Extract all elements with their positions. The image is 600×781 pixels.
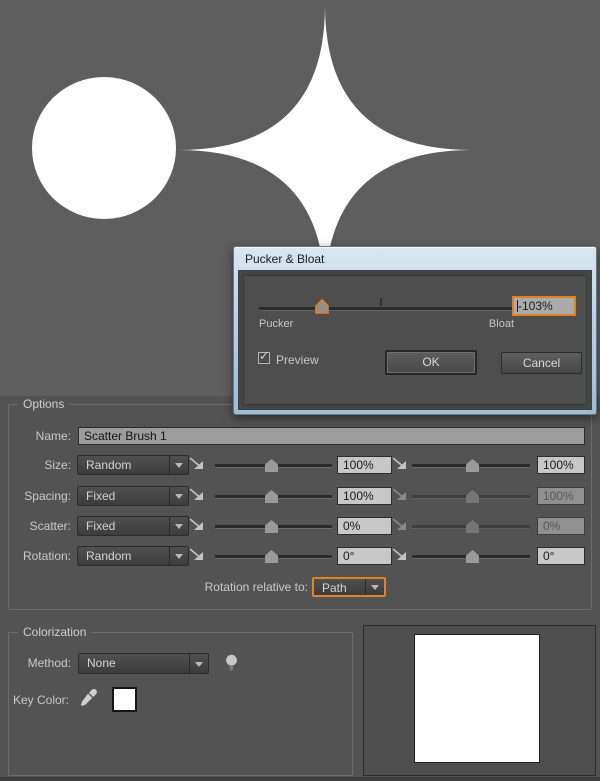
slider-slope-icon: [189, 488, 203, 500]
size-mode-value: Random: [86, 458, 132, 472]
slider-slope-icon: [392, 518, 406, 530]
size-row: Size: Random 100% 100%: [0, 455, 600, 475]
pucker-bloat-value: -103%: [518, 299, 553, 313]
slider-thumb[interactable]: [265, 520, 278, 533]
size-max-value[interactable]: 100%: [537, 456, 585, 474]
preview-checkbox-label: Preview: [276, 353, 319, 367]
check-icon: ✓: [259, 349, 270, 363]
method-value: None: [87, 656, 116, 670]
spacing-row: Spacing: Fixed 100% 100%: [0, 486, 600, 506]
slider-slope-icon: [392, 488, 406, 500]
slider-thumb: [466, 520, 479, 533]
spacing-max-slider: [412, 490, 530, 503]
spacing-max-value: 100%: [537, 487, 585, 505]
scatter-max-slider: [412, 520, 530, 533]
rotation-relative-dropdown[interactable]: Path: [312, 577, 386, 597]
scatter-label: Scatter:: [29, 519, 71, 533]
spacing-min-value[interactable]: 100%: [337, 487, 392, 505]
chevron-down-icon: [169, 517, 188, 535]
rotation-relative-row: Rotation relative to: Path: [0, 577, 600, 597]
name-label: Name:: [35, 429, 71, 443]
slider-thumb[interactable]: [265, 550, 278, 563]
spacing-mode-dropdown[interactable]: Fixed: [77, 486, 189, 506]
rotation-relative-value: Path: [322, 581, 347, 595]
chevron-down-icon: [169, 487, 188, 505]
slider-thumb[interactable]: [265, 459, 278, 472]
ok-button[interactable]: OK: [385, 350, 477, 375]
spacing-label: Spacing:: [24, 489, 71, 503]
scatter-brush-options-window: Options Name: Scatter Brush 1 Size: Rand…: [0, 0, 600, 781]
slider-thumb[interactable]: [265, 490, 278, 503]
rotation-mode-value: Random: [86, 549, 132, 563]
slider-slope-icon: [189, 518, 203, 530]
rotation-row: Rotation: Random 0° 0°: [0, 546, 600, 566]
size-mode-dropdown[interactable]: Random: [77, 455, 189, 475]
slider-slope-icon: [392, 457, 406, 469]
size-min-value[interactable]: 100%: [337, 456, 392, 474]
size-min-slider[interactable]: [215, 459, 332, 472]
scatter-mode-dropdown[interactable]: Fixed: [77, 516, 189, 536]
bloat-label: Bloat: [488, 318, 514, 330]
size-max-slider[interactable]: [412, 459, 530, 472]
pucker-bloat-slider[interactable]: [259, 307, 512, 310]
method-label: Method:: [27, 656, 71, 670]
slider-slope-icon: [189, 548, 203, 560]
brush-name-input[interactable]: Scatter Brush 1: [78, 427, 585, 445]
slider-center-tick: [380, 298, 382, 306]
scatter-min-value[interactable]: 0%: [337, 517, 392, 535]
scatter-min-slider[interactable]: [215, 520, 332, 533]
key-color-label: Key Color:: [12, 693, 69, 707]
eyedropper-icon[interactable]: [79, 687, 99, 709]
chevron-down-icon: [189, 654, 208, 673]
brush-preview-pane: [363, 625, 596, 776]
preview-checkbox[interactable]: ✓: [258, 349, 270, 364]
scatter-max-value: 0%: [537, 517, 585, 535]
window-bottom-edge: [0, 777, 600, 781]
rotation-label: Rotation:: [22, 549, 71, 563]
rotation-min-slider[interactable]: [215, 550, 332, 563]
slider-slope-icon: [189, 457, 203, 469]
rotation-min-value[interactable]: 0°: [337, 547, 392, 565]
cancel-button[interactable]: Cancel: [501, 352, 582, 374]
dialog-content-panel: Pucker Bloat -103% ✓ Preview OK Cancel: [243, 275, 587, 405]
circle-shape[interactable]: [32, 77, 176, 219]
chevron-down-icon: [169, 547, 188, 565]
rotation-relative-label: Rotation relative to:: [204, 580, 308, 594]
pucker-label: Pucker: [259, 318, 294, 330]
pucker-bloat-value-input[interactable]: -103%: [512, 296, 576, 316]
size-label: Size:: [44, 458, 71, 472]
method-dropdown[interactable]: None: [78, 653, 209, 674]
spacing-min-slider[interactable]: [215, 490, 332, 503]
slider-thumb: [466, 490, 479, 503]
options-group-legend: Options: [18, 397, 70, 412]
tips-lightbulb-icon[interactable]: [224, 654, 239, 673]
slider-thumb[interactable]: [466, 459, 479, 472]
dialog-title: Pucker & Bloat: [245, 252, 325, 266]
colorization-group-legend: Colorization: [18, 625, 92, 640]
scatter-row: Scatter: Fixed 0% 0%: [0, 516, 600, 536]
chevron-down-icon: [365, 579, 384, 595]
text-caret: [517, 300, 518, 312]
dialog-body: Pucker Bloat -103% ✓ Preview OK Cancel: [238, 270, 592, 410]
key-color-swatch[interactable]: [112, 687, 137, 712]
pucker-bloat-dialog: Pucker & Bloat Pucker Bloat -103% ✓ Prev…: [233, 246, 597, 415]
slider-thumb[interactable]: [466, 550, 479, 563]
chevron-down-icon: [169, 456, 188, 474]
slider-slope-icon: [392, 548, 406, 560]
rotation-max-value[interactable]: 0°: [537, 547, 585, 565]
rotation-max-slider[interactable]: [412, 550, 530, 563]
brush-preview-swatch: [414, 634, 540, 763]
scatter-mode-value: Fixed: [86, 519, 116, 533]
spacing-mode-value: Fixed: [86, 489, 116, 503]
rotation-mode-dropdown[interactable]: Random: [77, 546, 189, 566]
slider-thumb[interactable]: [314, 299, 330, 315]
